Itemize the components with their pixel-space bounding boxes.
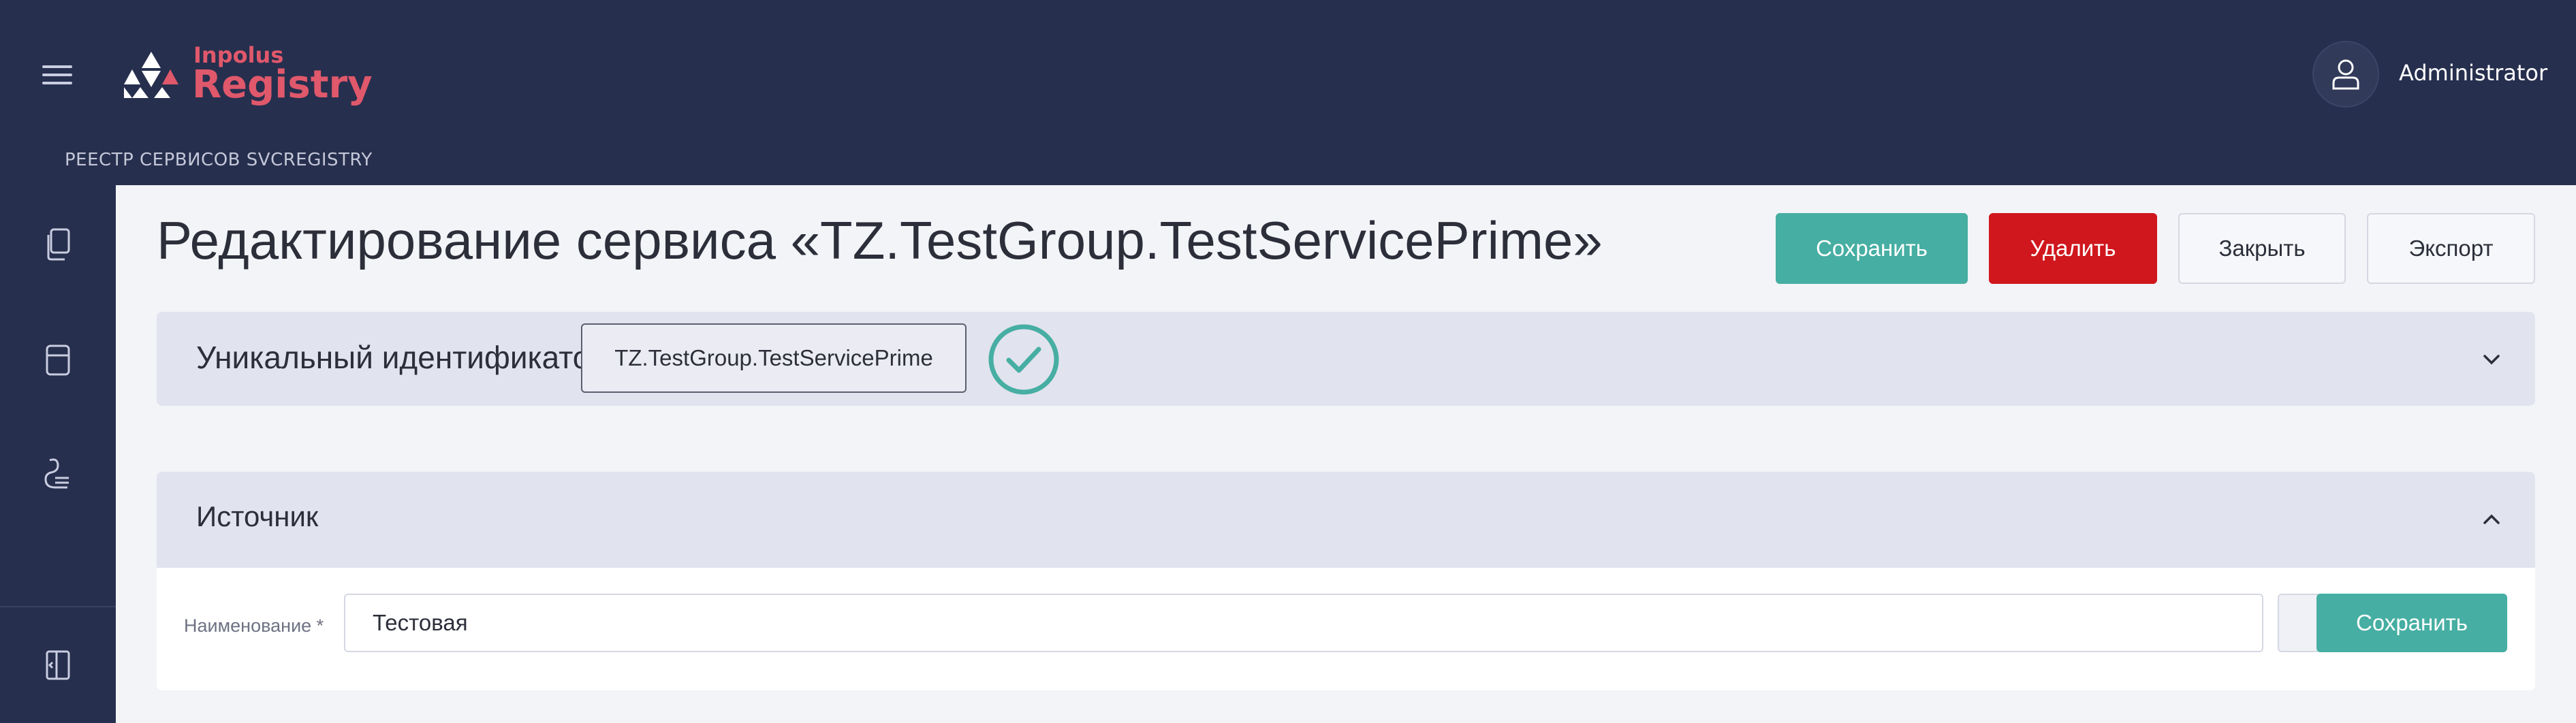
sidebar-divider [0,606,116,607]
name-field[interactable] [344,594,2263,652]
identifier-value: TZ.TestGroup.TestServicePrime [581,323,967,393]
identifier-panel: Уникальный идентификатор: TZ.TestGroup.T… [157,312,2535,406]
page-title: Редактирование сервиса «TZ.TestGroup.Tes… [157,210,1603,270]
check-circle-icon [988,324,1059,395]
save-button[interactable]: Сохранить [1776,213,1968,284]
user-icon [2332,59,2359,90]
integration-icon[interactable] [41,457,75,492]
close-button[interactable]: Закрыть [2178,213,2346,284]
sidebar [0,185,116,723]
chevron-up-icon[interactable] [2479,507,2504,532]
logo-icon [124,52,178,98]
storage-icon[interactable] [41,343,75,377]
source-section-header[interactable]: Источник [157,472,2535,568]
user-avatar[interactable] [2312,41,2379,108]
app-header: Inpolus Registry РЕЕСТР СЕРВИСОВ SVCREGI… [0,0,2576,185]
menu-icon[interactable] [42,65,72,84]
export-button[interactable]: Экспорт [2367,213,2535,284]
user-name[interactable]: Administrator [2399,60,2547,86]
source-section-body: Наименование * Отменить Сохранить [157,568,2535,690]
documents-icon[interactable] [41,227,75,261]
delete-button[interactable]: Удалить [1989,213,2157,284]
breadcrumb[interactable]: РЕЕСТР СЕРВИСОВ SVCREGISTRY [65,150,373,170]
logo-text-big: Registry [192,63,373,107]
name-field-label: Наименование * [184,615,324,636]
source-section-title: Источник [196,500,319,532]
chevron-down-icon[interactable] [2479,347,2504,372]
collapse-panel-icon[interactable] [41,648,75,682]
source-save-button[interactable]: Сохранить [2316,594,2507,652]
identifier-label: Уникальный идентификатор: [196,340,616,375]
